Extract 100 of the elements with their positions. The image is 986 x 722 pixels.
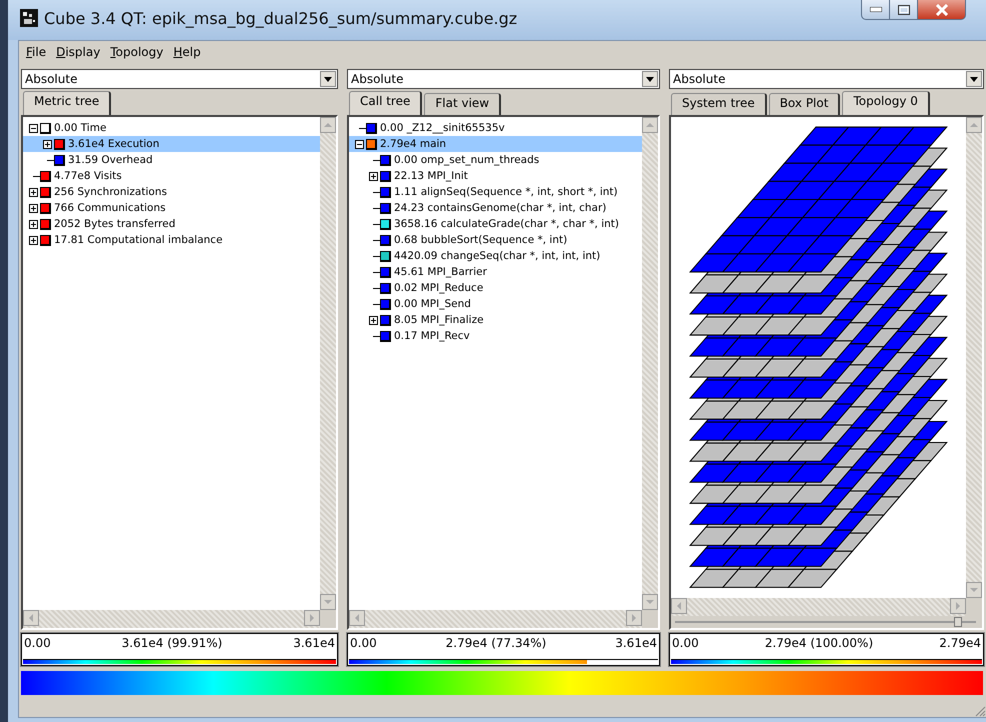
close-button[interactable] xyxy=(918,0,966,20)
menu-item[interactable]: Display xyxy=(51,44,106,60)
tree-row[interactable]: 1.11 alignSeq(Sequence *, int, short *, int) xyxy=(349,184,642,200)
vertical-scrollbar[interactable] xyxy=(642,117,658,610)
tab[interactable]: System tree xyxy=(671,93,767,115)
scroll-up-button[interactable] xyxy=(642,117,658,133)
left-arrow-icon xyxy=(677,602,681,610)
scroll-right-button[interactable] xyxy=(626,610,642,626)
tree-row[interactable]: 0.00 Time xyxy=(23,120,320,136)
expand-icon[interactable] xyxy=(369,316,378,324)
dropdown-button[interactable] xyxy=(320,71,336,87)
tree-row[interactable]: 0.02 MPI_Reduce xyxy=(349,280,642,296)
tab[interactable]: Flat view xyxy=(424,93,502,115)
scroll-left-button[interactable] xyxy=(23,610,39,626)
scroll-up-button[interactable] xyxy=(966,117,982,133)
tree-label: 0.68 bubbleSort(Sequence *, int) xyxy=(394,234,568,246)
tree-label: 4420.09 changeSeq(char *, int, int, int) xyxy=(394,250,600,262)
up-arrow-icon xyxy=(324,123,332,127)
tree-row[interactable]: 0.00 MPI_Send xyxy=(349,296,642,312)
vertical-scrollbar[interactable] xyxy=(966,117,982,598)
min-value: 0.00 xyxy=(24,636,51,652)
right-arrow-icon xyxy=(310,614,314,622)
maximize-icon xyxy=(898,4,910,14)
menu-item[interactable]: Help xyxy=(168,44,206,60)
tree-label: 17.81 Computational imbalance xyxy=(54,234,223,246)
tree-row[interactable]: 4.77e8 Visits xyxy=(23,168,320,184)
scrollbar-corner xyxy=(320,610,336,628)
tab[interactable]: Box Plot xyxy=(768,93,840,115)
dropdown-button[interactable] xyxy=(642,71,658,87)
scroll-left-button[interactable] xyxy=(349,610,365,626)
expand-icon[interactable] xyxy=(29,220,38,228)
menu-item[interactable]: File xyxy=(21,44,52,60)
collapse-icon[interactable] xyxy=(355,140,364,148)
tree-row[interactable]: 31.59 Overhead xyxy=(23,152,320,168)
resize-grip-icon[interactable] xyxy=(974,705,986,717)
tree-label: 3.61e4 Execution xyxy=(68,138,160,150)
max-value: 2.79e4 xyxy=(939,636,981,652)
tree-label: 45.61 MPI_Barrier xyxy=(394,266,487,278)
tab[interactable]: Metric tree xyxy=(23,91,112,115)
collapse-icon[interactable] xyxy=(29,124,38,132)
down-arrow-icon xyxy=(646,600,654,604)
mode-dropdown[interactable]: Absolute xyxy=(347,69,660,89)
menu-item[interactable]: Topology xyxy=(105,44,168,60)
tree-row[interactable]: 8.05 MPI_Finalize xyxy=(349,312,642,328)
min-value: 0.00 xyxy=(672,636,699,652)
scroll-down-button[interactable] xyxy=(320,594,336,610)
expand-icon[interactable] xyxy=(29,204,38,212)
scroll-up-button[interactable] xyxy=(320,117,336,133)
expand-icon[interactable] xyxy=(29,188,38,196)
tree-row[interactable]: 0.00 _Z12__sinit65535v xyxy=(349,120,642,136)
minimize-button[interactable] xyxy=(861,0,890,20)
scroll-right-button[interactable] xyxy=(304,610,320,626)
expand-icon[interactable] xyxy=(29,236,38,244)
scroll-down-button[interactable] xyxy=(966,582,982,598)
current-value: 2.79e4 (77.34%) xyxy=(446,636,546,652)
scrollbar-corner xyxy=(642,610,658,628)
tree-row[interactable]: 0.17 MPI_Recv xyxy=(349,328,642,344)
tree-label: 31.59 Overhead xyxy=(68,154,153,166)
vertical-scrollbar[interactable] xyxy=(320,117,336,610)
tab[interactable]: Topology 0 xyxy=(842,91,930,115)
max-value: 3.61e4 xyxy=(615,636,657,652)
slider-thumb[interactable] xyxy=(954,617,962,627)
scroll-left-button[interactable] xyxy=(671,598,687,614)
right-arrow-icon xyxy=(632,614,636,622)
caret-icon xyxy=(646,76,654,82)
tree-row[interactable]: 17.81 Computational imbalance xyxy=(23,232,320,248)
tree-row[interactable]: 0.00 omp_set_num_threads xyxy=(349,152,642,168)
tree-label: 22.13 MPI_Init xyxy=(394,170,468,182)
horizontal-scrollbar[interactable] xyxy=(671,598,982,616)
horizontal-scrollbar[interactable] xyxy=(349,610,658,628)
tree-row[interactable]: 24.23 containsGenome(char *, int, char) xyxy=(349,200,642,216)
tree-row[interactable]: 22.13 MPI_Init xyxy=(349,168,642,184)
down-arrow-icon xyxy=(970,588,978,592)
tree-row[interactable]: 3.61e4 Execution xyxy=(23,136,320,152)
tree-label: 0.00 Time xyxy=(54,122,106,134)
scroll-down-button[interactable] xyxy=(642,594,658,610)
mode-dropdown[interactable]: Absolute xyxy=(21,69,338,89)
scroll-right-button[interactable] xyxy=(950,598,966,614)
caret-icon xyxy=(324,76,332,82)
tree-row[interactable]: 3658.16 calculateGrade(char *, char *, int) xyxy=(349,216,642,232)
expand-icon[interactable] xyxy=(43,140,52,148)
dropdown-button[interactable] xyxy=(966,71,982,87)
tree-row[interactable]: 766 Communications xyxy=(23,200,320,216)
tree-row[interactable]: 45.61 MPI_Barrier xyxy=(349,264,642,280)
tree-row[interactable]: 2052 Bytes transferred xyxy=(23,216,320,232)
tree-row[interactable]: 256 Synchronizations xyxy=(23,184,320,200)
tree-label: 0.02 MPI_Reduce xyxy=(394,282,484,294)
tree-label: 256 Synchronizations xyxy=(54,186,167,198)
mode-dropdown[interactable]: Absolute xyxy=(669,69,984,89)
max-value: 3.61e4 xyxy=(293,636,335,652)
maximize-button[interactable] xyxy=(890,0,918,20)
expand-icon[interactable] xyxy=(369,172,378,180)
tab[interactable]: Call tree xyxy=(349,91,422,115)
horizontal-scrollbar[interactable] xyxy=(23,610,336,628)
tree-row[interactable]: 4420.09 changeSeq(char *, int, int, int) xyxy=(349,248,642,264)
tree-row[interactable]: 2.79e4 main xyxy=(349,136,642,152)
tree-label: 0.17 MPI_Recv xyxy=(394,330,470,342)
app-icon xyxy=(20,9,38,27)
tree-row[interactable]: 0.68 bubbleSort(Sequence *, int) xyxy=(349,232,642,248)
tree-label: 2.79e4 main xyxy=(380,138,446,150)
